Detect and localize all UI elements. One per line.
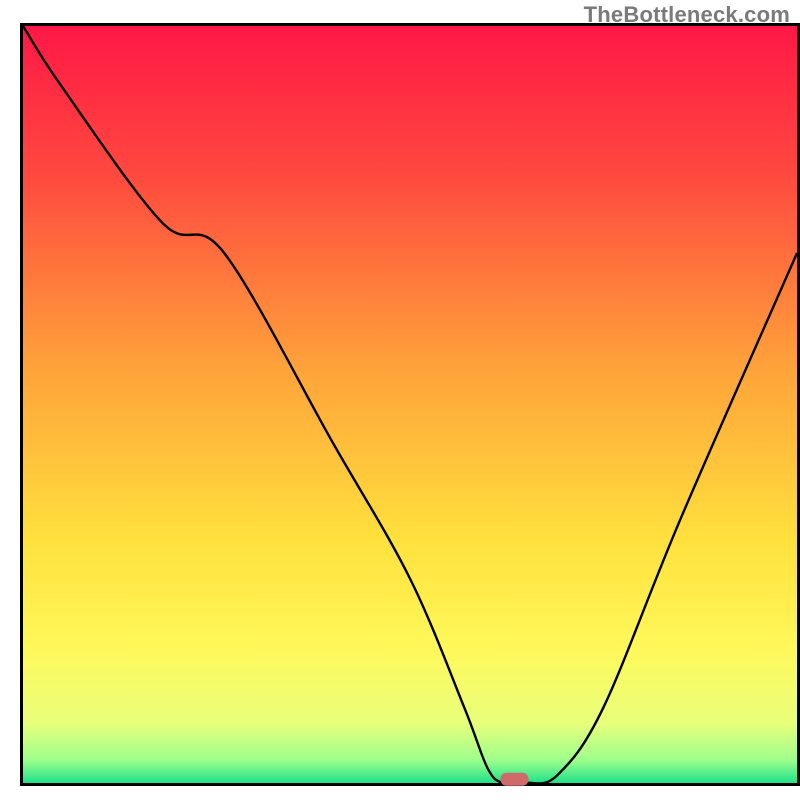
chart-container: TheBottleneck.com (0, 0, 800, 800)
plot-gradient-background (23, 26, 797, 783)
optimum-marker (500, 773, 528, 786)
plot-frame (20, 783, 800, 786)
plot-frame (20, 23, 23, 786)
bottleneck-chart (0, 0, 800, 800)
watermark-text: TheBottleneck.com (584, 2, 790, 28)
